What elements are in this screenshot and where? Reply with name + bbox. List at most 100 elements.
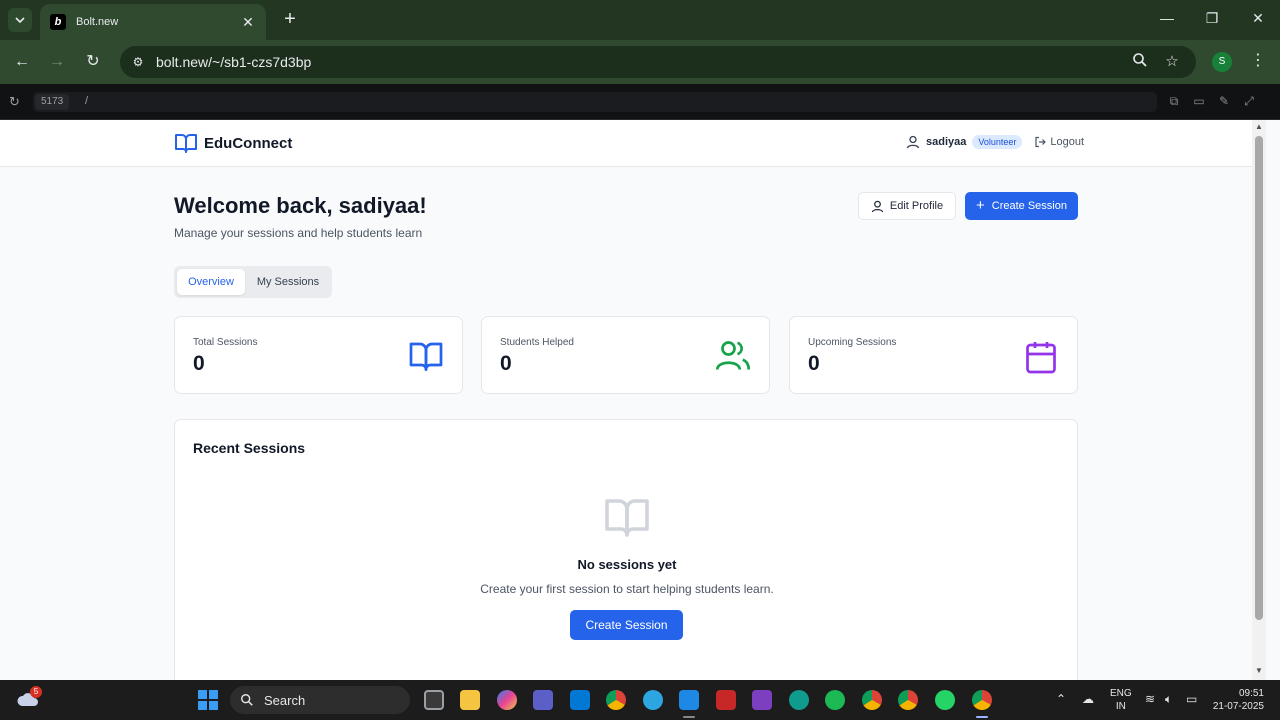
tab-overview[interactable]: Overview: [177, 269, 245, 295]
zoom-icon[interactable]: [1130, 52, 1150, 72]
stat-value: 0: [808, 352, 820, 375]
port-badge[interactable]: 5173: [35, 94, 70, 110]
logout-button[interactable]: Logout: [1034, 136, 1084, 148]
browser-menu-icon[interactable]: ⋮: [1250, 50, 1266, 70]
stat-label: Upcoming Sessions: [808, 337, 897, 348]
chevron-down-icon: [15, 17, 25, 24]
copilot-icon[interactable]: [497, 690, 517, 710]
site-info-icon[interactable]: ⚙: [128, 52, 148, 72]
edge-icon[interactable]: [789, 690, 809, 710]
app-header: EduConnect sadiyaa Volunteer Logout: [0, 120, 1252, 167]
spotify-icon[interactable]: [825, 690, 845, 710]
python-icon[interactable]: [643, 690, 663, 710]
taskbar-search[interactable]: Search: [230, 686, 410, 714]
logout-label: Logout: [1050, 136, 1085, 148]
empty-state-title: No sessions yet: [577, 557, 677, 572]
weather-badge: 5: [30, 686, 42, 698]
clock[interactable]: 09:51 21-07-2025: [1210, 687, 1264, 713]
app-viewport: EduConnect sadiyaa Volunteer Logout Welc…: [0, 120, 1252, 680]
restore-icon[interactable]: ❐: [1202, 10, 1222, 27]
stat-label: Students Helped: [500, 337, 574, 348]
clock-time: 09:51: [1238, 688, 1264, 699]
browser-tab[interactable]: b Bolt.new ✕: [40, 4, 266, 40]
volume-icon[interactable]: 🔈︎: [1165, 692, 1172, 707]
language-indicator[interactable]: ENG IN: [1110, 687, 1132, 713]
stat-value: 0: [500, 352, 512, 375]
bookmark-star-icon[interactable]: ☆: [1162, 52, 1182, 72]
task-view-icon[interactable]: [424, 690, 444, 710]
back-icon[interactable]: ←: [12, 52, 32, 72]
browser-tab-bar: b Bolt.new ✕ + — ❐ ✕: [0, 0, 1280, 40]
chrome-icon[interactable]: [606, 690, 626, 710]
open-external-icon[interactable]: ⧉: [1166, 94, 1182, 109]
calendar-icon: [1026, 342, 1056, 374]
tab-search-button[interactable]: [8, 8, 32, 32]
brand-name: EduConnect: [204, 134, 293, 152]
url-text: bolt.new/~/sb1-czs7d3bp: [156, 54, 312, 70]
profile-avatar[interactable]: S: [1212, 52, 1232, 72]
close-window-icon[interactable]: ✕: [1248, 10, 1268, 27]
role-badge: Volunteer: [972, 135, 1023, 149]
search-icon: [241, 694, 253, 706]
plus-icon: +: [976, 197, 985, 214]
new-tab-button[interactable]: +: [280, 9, 300, 29]
page-scrollbar[interactable]: ▲ ▼: [1252, 120, 1266, 680]
wifi-icon[interactable]: ≋: [1145, 692, 1155, 706]
scroll-down-icon[interactable]: ▼: [1255, 666, 1263, 675]
stat-label: Total Sessions: [193, 337, 258, 348]
logout-icon: [1035, 136, 1047, 148]
create-session-empty-button[interactable]: Create Session: [570, 610, 683, 640]
create-session-label: Create Session: [991, 200, 1067, 212]
windows-start-icon[interactable]: [198, 690, 218, 710]
file-explorer-icon[interactable]: [460, 690, 480, 710]
stat-value: 0: [193, 352, 205, 375]
tab-my-sessions[interactable]: My Sessions: [248, 269, 328, 295]
minimize-icon[interactable]: —: [1157, 10, 1177, 26]
clock-date: 21-07-2025: [1212, 701, 1264, 712]
preview-address-field[interactable]: 5173 /: [33, 92, 1157, 112]
scroll-up-icon[interactable]: ▲: [1255, 122, 1263, 131]
browser-toolbar: ← → ↻ ⚙ bolt.new/~/sb1-czs7d3bp ☆ S ⋮: [0, 40, 1280, 84]
book-logo-icon: [175, 134, 197, 153]
microsoft-store-icon[interactable]: [570, 690, 590, 710]
page-subtitle: Manage your sessions and help students l…: [174, 226, 423, 240]
tray-chevron-icon[interactable]: ⌃: [1056, 692, 1066, 706]
users-icon: [715, 341, 751, 370]
book-icon: [605, 499, 649, 537]
recent-sessions-card: Recent Sessions No sessions yet Create y…: [174, 419, 1078, 680]
visual-studio-icon[interactable]: [752, 690, 772, 710]
device-preview-icon[interactable]: ▭: [1191, 94, 1207, 108]
taskbar: 5 Search ⌃ ☁ ENG IN ≋ 🔈︎ ▭ 09:51 21-07-2…: [0, 680, 1280, 720]
forward-icon[interactable]: →: [47, 52, 67, 72]
recent-sessions-title: Recent Sessions: [193, 440, 306, 456]
whatsapp-icon[interactable]: [935, 690, 955, 710]
tab-title: Bolt.new: [76, 16, 119, 28]
scroll-thumb[interactable]: [1255, 136, 1263, 620]
stat-card-upcoming-sessions: Upcoming Sessions 0: [789, 316, 1078, 394]
teams-icon[interactable]: [533, 690, 553, 710]
preview-reload-icon[interactable]: ↻: [9, 94, 20, 110]
inspect-icon[interactable]: ✎: [1216, 94, 1232, 108]
chrome-active-icon[interactable]: [972, 690, 992, 710]
edit-profile-button[interactable]: Edit Profile: [858, 192, 956, 220]
battery-icon[interactable]: ▭: [1186, 692, 1197, 706]
fullscreen-icon[interactable]: ⤢: [1241, 94, 1257, 109]
book-icon: [409, 342, 443, 371]
user-icon: [906, 135, 920, 149]
create-session-button[interactable]: + Create Session: [965, 192, 1078, 220]
chrome-profile-icon[interactable]: [898, 690, 918, 710]
dashboard-tabs: Overview My Sessions: [174, 266, 332, 298]
close-tab-icon[interactable]: ✕: [240, 14, 256, 31]
chrome-profile-icon[interactable]: [862, 690, 882, 710]
brand[interactable]: EduConnect: [174, 132, 292, 154]
active-app-indicator: [976, 716, 988, 718]
reload-icon[interactable]: ↻: [83, 52, 103, 72]
address-bar[interactable]: ⚙ bolt.new/~/sb1-czs7d3bp ☆: [120, 46, 1196, 78]
active-app-indicator: [683, 716, 695, 718]
mcafee-icon[interactable]: [716, 690, 736, 710]
vscode-icon[interactable]: [679, 690, 699, 710]
language-region: IN: [1115, 701, 1126, 712]
onedrive-icon[interactable]: ☁: [1082, 692, 1094, 706]
bolt-favicon-icon: b: [50, 14, 66, 30]
search-label: Search: [264, 692, 306, 708]
